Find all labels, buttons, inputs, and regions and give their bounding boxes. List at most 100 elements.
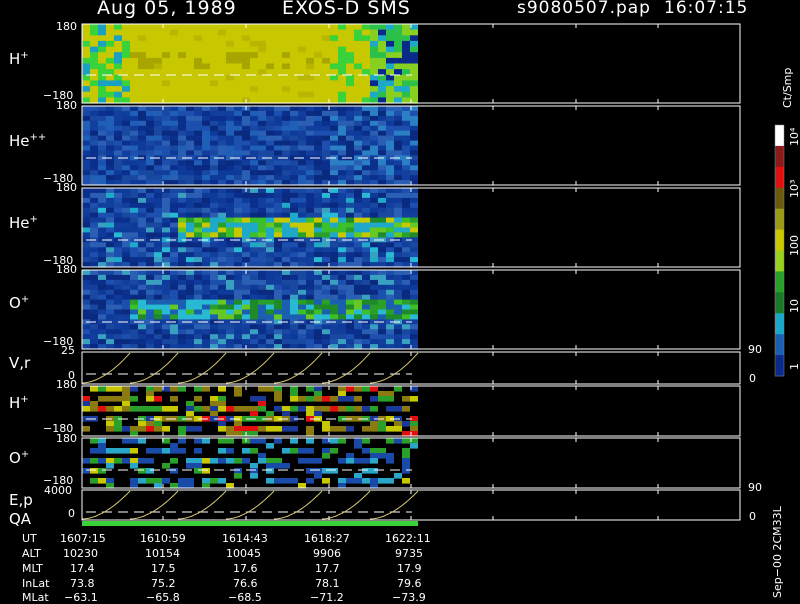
heatmap-cell-o (322, 309, 330, 315)
heatmap-cell-h (394, 52, 402, 59)
heatmap-cell-h (370, 35, 378, 42)
heatmap-cell-he2 (282, 110, 290, 117)
heatmap-cell-h (354, 57, 362, 65)
heatmap-cell-o (346, 304, 354, 311)
heatmap-cell-he2 (410, 130, 418, 137)
heatmap-cell-o (130, 270, 138, 276)
heatmap-cell-h (170, 57, 178, 65)
heatmap-cell-o (314, 279, 322, 286)
heatmap-cell-h (386, 40, 394, 48)
heatmap-cell-he (242, 247, 250, 253)
heatmap-cell-h2 (274, 391, 282, 397)
heatmap-cell-he (202, 242, 210, 248)
heatmap-cell-o (362, 334, 370, 340)
heatmap-cell-h (130, 40, 138, 48)
heatmap-cell-h (154, 46, 162, 53)
heatmap-cell-he (186, 207, 194, 214)
heatmap-cell-he (394, 222, 402, 229)
heatmap-cell-h (194, 57, 202, 65)
heatmap-cell-h (218, 24, 226, 31)
heatmap-cell-h2 (258, 406, 266, 412)
heatmap-cell-h2 (186, 426, 194, 432)
heatmap-cell-he (218, 197, 226, 204)
heatmap-cell-h (330, 86, 338, 93)
heatmap-cell-he (338, 207, 346, 214)
heatmap-cell-he2 (362, 175, 370, 181)
heatmap-cell-he (298, 192, 306, 199)
colorbar-segment (775, 334, 784, 356)
heatmap-cell-h (138, 74, 146, 81)
heatmap-cell-o2 (282, 448, 290, 454)
heatmap-cell-he (290, 257, 298, 263)
heatmap-cell-h (186, 63, 194, 70)
heatmap-cell-he (330, 217, 338, 224)
heatmap-cell-he (314, 232, 322, 238)
heatmap-cell-he2 (138, 160, 146, 166)
heatmap-cell-he2 (250, 175, 258, 181)
heatmap-cell-h (266, 63, 274, 70)
heatmap-cell-h (266, 69, 274, 76)
heatmap-cell-he2 (114, 140, 122, 147)
heatmap-cell-o (154, 299, 162, 306)
heatmap-cell-he (218, 227, 226, 233)
heatmap-cell-o (330, 329, 338, 335)
heatmap-cell-he (298, 222, 306, 229)
heatmap-cell-h (306, 35, 314, 42)
heatmap-cell-o (170, 339, 178, 345)
heatmap-cell-he2 (362, 115, 370, 122)
heatmap-cell-o (394, 304, 402, 311)
heatmap-cell-o (298, 279, 306, 286)
heatmap-cell-he2 (178, 125, 186, 132)
heatmap-cell-he2 (338, 170, 346, 176)
heatmap-cell-h2 (386, 396, 394, 402)
heatmap-cell-o2 (98, 443, 106, 449)
heatmap-cell-h (218, 35, 226, 42)
heatmap-cell-h (322, 74, 330, 81)
heatmap-cell-he (266, 222, 274, 229)
heatmap-cell-he (114, 212, 122, 219)
heatmap-cell-he (410, 202, 418, 209)
heatmap-cell-he2 (138, 175, 146, 181)
heatmap-cell-o (410, 289, 418, 296)
heatmap-cell-he2 (354, 110, 362, 117)
heatmap-cell-h2 (186, 411, 194, 417)
heatmap-cell-o (106, 339, 114, 345)
heatmap-cell-h (338, 63, 346, 70)
heatmap-cell-he2 (266, 110, 274, 117)
heatmap-cell-he (90, 212, 98, 219)
heatmap-cell-o (202, 274, 210, 281)
heatmap-cell-he2 (218, 170, 226, 176)
heatmap-cell-h (210, 91, 218, 98)
heatmap-cell-he2 (122, 160, 130, 166)
heatmap-cell-o (306, 314, 314, 320)
heatmap-cell-o2 (186, 463, 194, 469)
heatmap-cell-h (154, 86, 162, 93)
heatmap-cell-h2 (362, 426, 370, 432)
heatmap-cell-he2 (386, 110, 394, 117)
heatmap-cell-he (122, 188, 130, 194)
heatmap-cell-he2 (178, 120, 186, 127)
heatmap-cell-h2 (378, 421, 386, 427)
heatmap-cell-o2 (402, 468, 410, 474)
heatmap-cell-he (394, 257, 402, 263)
heatmap-cell-h (314, 69, 322, 76)
heatmap-cell-h (306, 24, 314, 31)
heatmap-cell-o (282, 284, 290, 291)
heatmap-cell-o (98, 339, 106, 345)
heatmap-cell-he2 (314, 160, 322, 166)
heatmap-cell-h (250, 86, 258, 93)
heatmap-cell-o (354, 279, 362, 286)
heatmap-cell-o (218, 324, 226, 330)
heatmap-cell-he (394, 217, 402, 224)
heatmap-cell-he (410, 242, 418, 248)
heatmap-cell-o2 (370, 468, 378, 474)
heatmap-cell-h (170, 86, 178, 93)
heatmap-cell-h (322, 46, 330, 53)
heatmap-cell-h (210, 63, 218, 70)
heatmap-cell-he (258, 197, 266, 204)
heatmap-cell-h2 (170, 386, 178, 392)
heatmap-cell-h (226, 46, 234, 53)
heatmap-cell-he (322, 232, 330, 238)
heatmap-cell-o (210, 329, 218, 335)
heatmap-cell-he2 (290, 130, 298, 137)
